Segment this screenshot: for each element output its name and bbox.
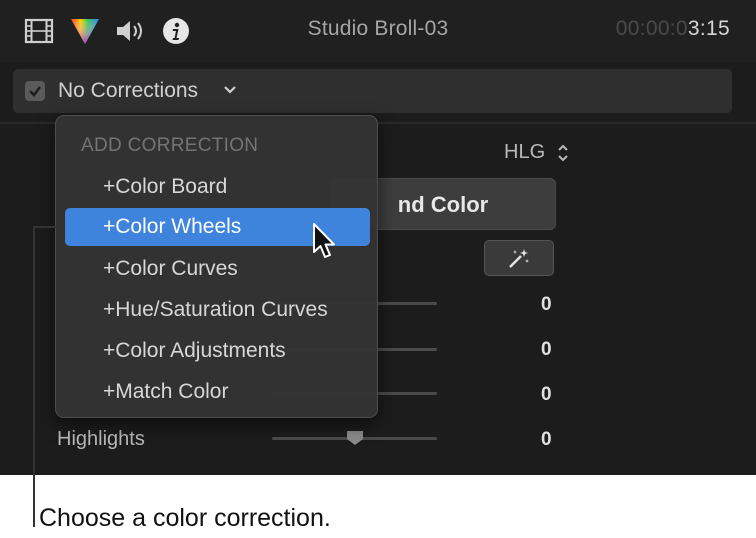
chevron-down-icon[interactable]	[223, 83, 237, 101]
menu-item-color-board[interactable]: +Color Board	[65, 168, 370, 206]
menu-item-color-adjustments[interactable]: +Color Adjustments	[65, 332, 370, 370]
add-correction-menu: ADD CORRECTION +Color Board +Color Wheel…	[55, 115, 378, 418]
slider-value[interactable]: 0	[541, 384, 552, 406]
inspector-toolbar: Studio Broll-03 00:00:03:15	[0, 0, 756, 62]
timecode: 00:00:03:15	[616, 17, 730, 41]
callout-leader-horizontal	[33, 226, 64, 228]
timecode-dim: 00:00:0	[615, 17, 688, 40]
correction-enable-checkbox[interactable]	[25, 81, 45, 101]
slider-value[interactable]: 0	[541, 294, 552, 316]
color-space-popup[interactable]: HLG	[504, 141, 545, 164]
menu-item-match-color[interactable]: +Match Color	[65, 373, 370, 411]
mouse-pointer-icon	[312, 222, 338, 265]
callout-leader-vertical	[33, 227, 35, 527]
up-down-chevron-icon[interactable]	[556, 142, 570, 169]
menu-header: ADD CORRECTION	[81, 135, 259, 156]
callout-caption: Choose a color correction.	[39, 504, 331, 532]
menu-item-hue-saturation-curves[interactable]: +Hue/Saturation Curves	[65, 291, 370, 329]
magic-wand-icon	[509, 249, 529, 268]
highlights-slider-thumb[interactable]	[346, 430, 364, 451]
timecode-lit: 3:15	[687, 17, 730, 40]
auto-enhance-button[interactable]	[484, 240, 554, 276]
highlights-label: Highlights	[57, 428, 145, 450]
correction-selector-bar: No Corrections	[13, 69, 732, 113]
highlights-value[interactable]: 0	[541, 429, 552, 451]
corrections-popup-label[interactable]: No Corrections	[58, 79, 198, 103]
color-inspector-panel: Studio Broll-03 00:00:03:15 No Correctio…	[0, 0, 756, 475]
slider-value[interactable]: 0	[541, 339, 552, 361]
